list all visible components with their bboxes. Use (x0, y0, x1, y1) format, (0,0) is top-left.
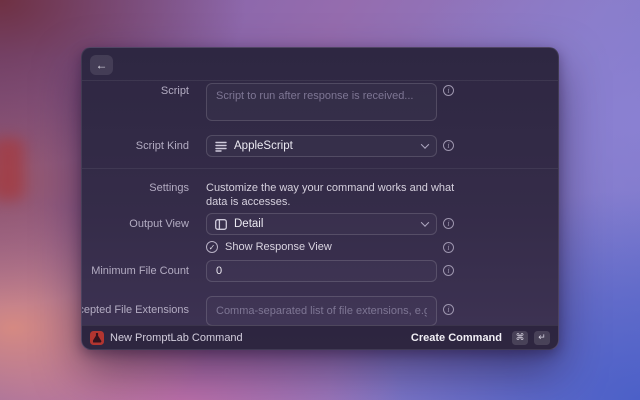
output-view-value: Detail (234, 218, 415, 230)
detail-view-icon (215, 219, 227, 230)
minimum-file-count-label: Minimum File Count (91, 265, 189, 277)
return-key-icon: ↵ (534, 331, 550, 345)
script-info-icon[interactable]: i (443, 85, 454, 96)
back-button[interactable]: ← (90, 55, 113, 75)
show-response-view-label: Show Response View (225, 241, 332, 253)
accepted-file-extensions-info-icon[interactable]: i (443, 304, 454, 315)
settings-label: Settings (149, 182, 189, 194)
script-label: Script (161, 85, 189, 97)
action-bar: New PromptLab Command Create Command ⌘ ↵ (82, 325, 558, 349)
create-command-button[interactable]: Create Command (411, 332, 502, 344)
window-header: ← (82, 48, 558, 81)
wallpaper-red-blob (0, 138, 24, 200)
minimum-file-count-input[interactable] (206, 260, 437, 282)
script-lines-icon (215, 141, 227, 152)
script-kind-dropdown[interactable]: AppleScript (206, 135, 437, 157)
accepted-file-extensions-input[interactable] (206, 296, 437, 326)
flask-icon (93, 333, 102, 343)
chevron-down-icon (421, 218, 429, 226)
script-kind-value: AppleScript (234, 140, 415, 152)
accepted-file-extensions-label: Accepted File Extensions (81, 304, 189, 316)
checkbox-checked-icon[interactable]: ✓ (206, 241, 218, 253)
script-kind-label: Script Kind (136, 140, 189, 152)
output-view-label: Output View (129, 218, 189, 230)
back-arrow-icon: ← (96, 58, 108, 72)
script-textarea[interactable] (206, 83, 437, 121)
promptlab-command-window: ← Script i Script Kind AppleScript i (81, 47, 559, 350)
section-divider (82, 168, 558, 169)
output-view-dropdown[interactable]: Detail (206, 213, 437, 235)
cmd-key-icon: ⌘ (512, 331, 528, 345)
script-kind-info-icon[interactable]: i (443, 140, 454, 151)
checkmark-icon: ✓ (209, 243, 216, 252)
show-response-view-row[interactable]: ✓ Show Response View (206, 241, 332, 253)
output-view-info-icon[interactable]: i (443, 218, 454, 229)
show-response-view-info-icon[interactable]: i (443, 242, 454, 253)
settings-description: Customize the way your command works and… (206, 181, 456, 209)
desktop-background: ← Script i Script Kind AppleScript i (0, 0, 640, 400)
command-title: New PromptLab Command (110, 332, 405, 344)
promptlab-app-icon (90, 331, 104, 345)
chevron-down-icon (421, 140, 429, 148)
minimum-file-count-info-icon[interactable]: i (443, 265, 454, 276)
